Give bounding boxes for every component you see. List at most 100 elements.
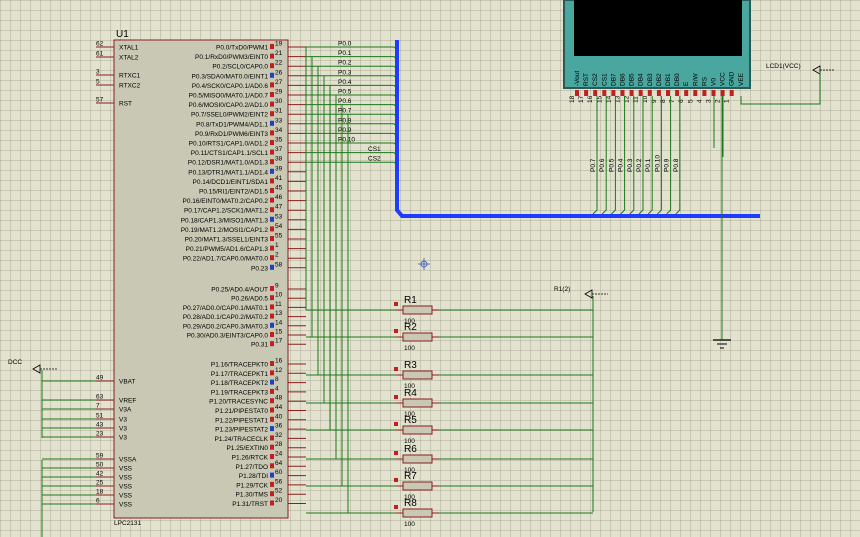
resistor-body[interactable] xyxy=(402,332,433,342)
mcu-right-pin-number: 47 xyxy=(275,204,283,211)
resistor-pin-state-icon xyxy=(394,367,398,371)
mcu-right-pin-name: P0.19/MAT1.2/MOSI1/CAP1.2 xyxy=(181,227,269,234)
resistor-body[interactable] xyxy=(402,508,433,518)
lcd-pin-number: 5 xyxy=(687,99,694,103)
resistor-value: 100 xyxy=(404,345,415,352)
mcu-right-pin-name: P0.5/MISO0/MAT0.1/AD0.7 xyxy=(189,93,269,100)
mcu-right-pin-number: 1 xyxy=(275,242,279,249)
mcu-left-pin-name: V3A xyxy=(119,407,132,414)
mcu-right-pin-name: P0.12/DSR1/MAT1.0/AD1.3 xyxy=(188,160,268,167)
lcd-bus-wire xyxy=(620,96,626,215)
bus-wire xyxy=(306,113,398,118)
mcu-pin-state-icon xyxy=(270,255,274,261)
p0-bus-wires: P0.0 P0.1 P0.2 P0.3 P0.4 P0.5 P0.6 P0.7 P0.8 P0.9… xyxy=(306,41,398,166)
resistor-vcc-terminal-icon xyxy=(584,289,593,299)
mcu-right-pin-name: P0.9/RxD1/PWM6/EINT3 xyxy=(195,131,268,138)
lcd-pin-name: GND xyxy=(729,71,736,86)
mcu-left-pin-name: V3 xyxy=(119,417,127,424)
mcu-right-pin-number: 33 xyxy=(275,117,283,124)
mcu-right-pin-name: P0.29/AD0.2/CAP0.3/MAT0.3 xyxy=(183,323,269,330)
resistor-body[interactable] xyxy=(402,305,433,315)
mcu-left-pin-name: XTAL2 xyxy=(119,55,139,62)
mcu-right-pin-name: P1.26/RTCK xyxy=(232,455,269,462)
lcd-bus-wire xyxy=(638,96,644,215)
mcu-right-pin-name: P0.31 xyxy=(251,342,268,349)
bus-net-label: P0.2 xyxy=(338,60,352,67)
resistor-body[interactable] xyxy=(402,454,433,464)
mcu-pin-state-icon xyxy=(270,207,274,213)
lcd-pin-name: -Vout xyxy=(574,71,581,86)
mcu-pin-state-icon xyxy=(270,130,274,136)
mcu-right-pin-number: 8 xyxy=(275,376,279,383)
lcd-pin-state-icon xyxy=(593,90,598,96)
mcu-pin-state-icon xyxy=(270,322,274,328)
mcu-pin-state-icon xyxy=(270,53,274,59)
resistor-ref: R1 xyxy=(404,295,417,306)
resistor-body[interactable] xyxy=(402,398,433,408)
lcd-bus-wire xyxy=(611,96,616,215)
mcu-right-pin-name: P1.19/TRACEPKT3 xyxy=(211,389,268,396)
lcd-pin-state-icon xyxy=(629,90,634,96)
lcd-pin-name: R/W xyxy=(692,73,699,87)
mcu-right-pin-number: 37 xyxy=(275,146,283,153)
mcu-right-pin-name: P1.21/PIPESTAT0 xyxy=(215,408,268,415)
bus-wire xyxy=(306,104,398,108)
lcd-pin-name: VEE xyxy=(738,72,745,86)
bus-net-label: P0.7 xyxy=(338,108,352,115)
mcu-pin-state-icon xyxy=(270,463,274,469)
mcu-right-pin-name: P1.16/TRACEPKT0 xyxy=(211,362,268,369)
mcu-right-pin-number: 48 xyxy=(275,395,283,402)
mcu-pin-state-icon xyxy=(270,341,274,347)
mcu-pin-state-icon xyxy=(270,370,274,376)
lcd-pin-number: 17 xyxy=(578,95,585,103)
resistor-ref: R4 xyxy=(404,388,417,399)
resistor-ref: R8 xyxy=(404,498,417,509)
lcd-pin-name: DB2 xyxy=(656,73,663,86)
mcu-pin-state-icon xyxy=(270,295,274,301)
lcd-pin-name: RS xyxy=(701,76,708,86)
mcu-left-pin-number: 62 xyxy=(96,41,104,48)
resistor-body[interactable] xyxy=(402,425,433,435)
mcu-right-pin-number: 58 xyxy=(275,261,283,268)
mcu-right-pin-name: P1.25/EXTIN0 xyxy=(226,445,268,452)
mcu-pin-state-icon xyxy=(270,216,274,222)
lcd-pin-name: DB4 xyxy=(638,73,645,86)
mcu-right-pin-name: P0.0/TxD0/PWM1 xyxy=(216,45,268,52)
lcd-bus-wire xyxy=(629,96,635,215)
mcu-right-pin-name: P1.29/TCK xyxy=(236,482,268,489)
mcu-right-pin-name: P0.28/AD0.1/CAP0.2/MAT0.2 xyxy=(183,314,269,321)
mcu-pin-state-icon xyxy=(270,111,274,117)
lcd-pin-name: V0 xyxy=(711,78,718,86)
mcu-right-pin-number: 31 xyxy=(275,108,283,115)
lcd-pin-state-icon xyxy=(711,90,716,96)
resistor-body[interactable] xyxy=(402,370,433,380)
mcu-left-pin-number: 51 xyxy=(96,413,104,420)
bus-net-label: P0.1 xyxy=(338,50,352,57)
resistor-body[interactable] xyxy=(402,481,433,491)
mcu-right-pin-number: 10 xyxy=(275,292,283,299)
schematic-canvas[interactable]: U1 LPC2131 62 XTAL1 61 XTAL2 3 RTXC1 5 RTXC2 57 R… xyxy=(0,0,860,537)
mcu-right-pin-name: P1.31/TRST xyxy=(232,501,268,508)
lcd-screen xyxy=(574,0,742,56)
mcu-pin-state-icon xyxy=(270,101,274,107)
lcd-pin-name: CS1 xyxy=(601,73,608,86)
mcu-left-pin-number: 3 xyxy=(96,69,100,76)
lcd-bus-wire xyxy=(601,96,607,215)
mcu-pin-state-icon xyxy=(270,304,274,310)
mcu-left-pin-number: 6 xyxy=(96,498,100,505)
bus-net-label: CS2 xyxy=(368,156,381,163)
lcd-bus-label: P0.8 xyxy=(673,158,680,172)
mcu-pin-state-icon xyxy=(270,236,274,241)
mcu-right-pin-number: 44 xyxy=(275,404,283,411)
mcu-pin-state-icon xyxy=(270,92,274,97)
mcu-pin-state-icon xyxy=(270,426,274,432)
mcu-left-pin-number: 18 xyxy=(96,489,104,496)
mcu-right-pin-number: 34 xyxy=(275,127,283,134)
mcu-right-pin-name: P0.25/AD0.4/AOUT xyxy=(211,287,268,294)
lcd-pin-name: DB3 xyxy=(647,73,654,86)
mcu-right-pin-name: P1.20/TRACESYNC xyxy=(209,399,268,406)
schematic-svg[interactable]: U1 LPC2131 62XTAL161XTAL23RTXC15RTXC257R… xyxy=(0,0,860,537)
bus-wire xyxy=(306,152,398,156)
mcu-right-pin-number: 19 xyxy=(275,41,283,48)
mcu-pin-state-icon xyxy=(270,416,274,422)
